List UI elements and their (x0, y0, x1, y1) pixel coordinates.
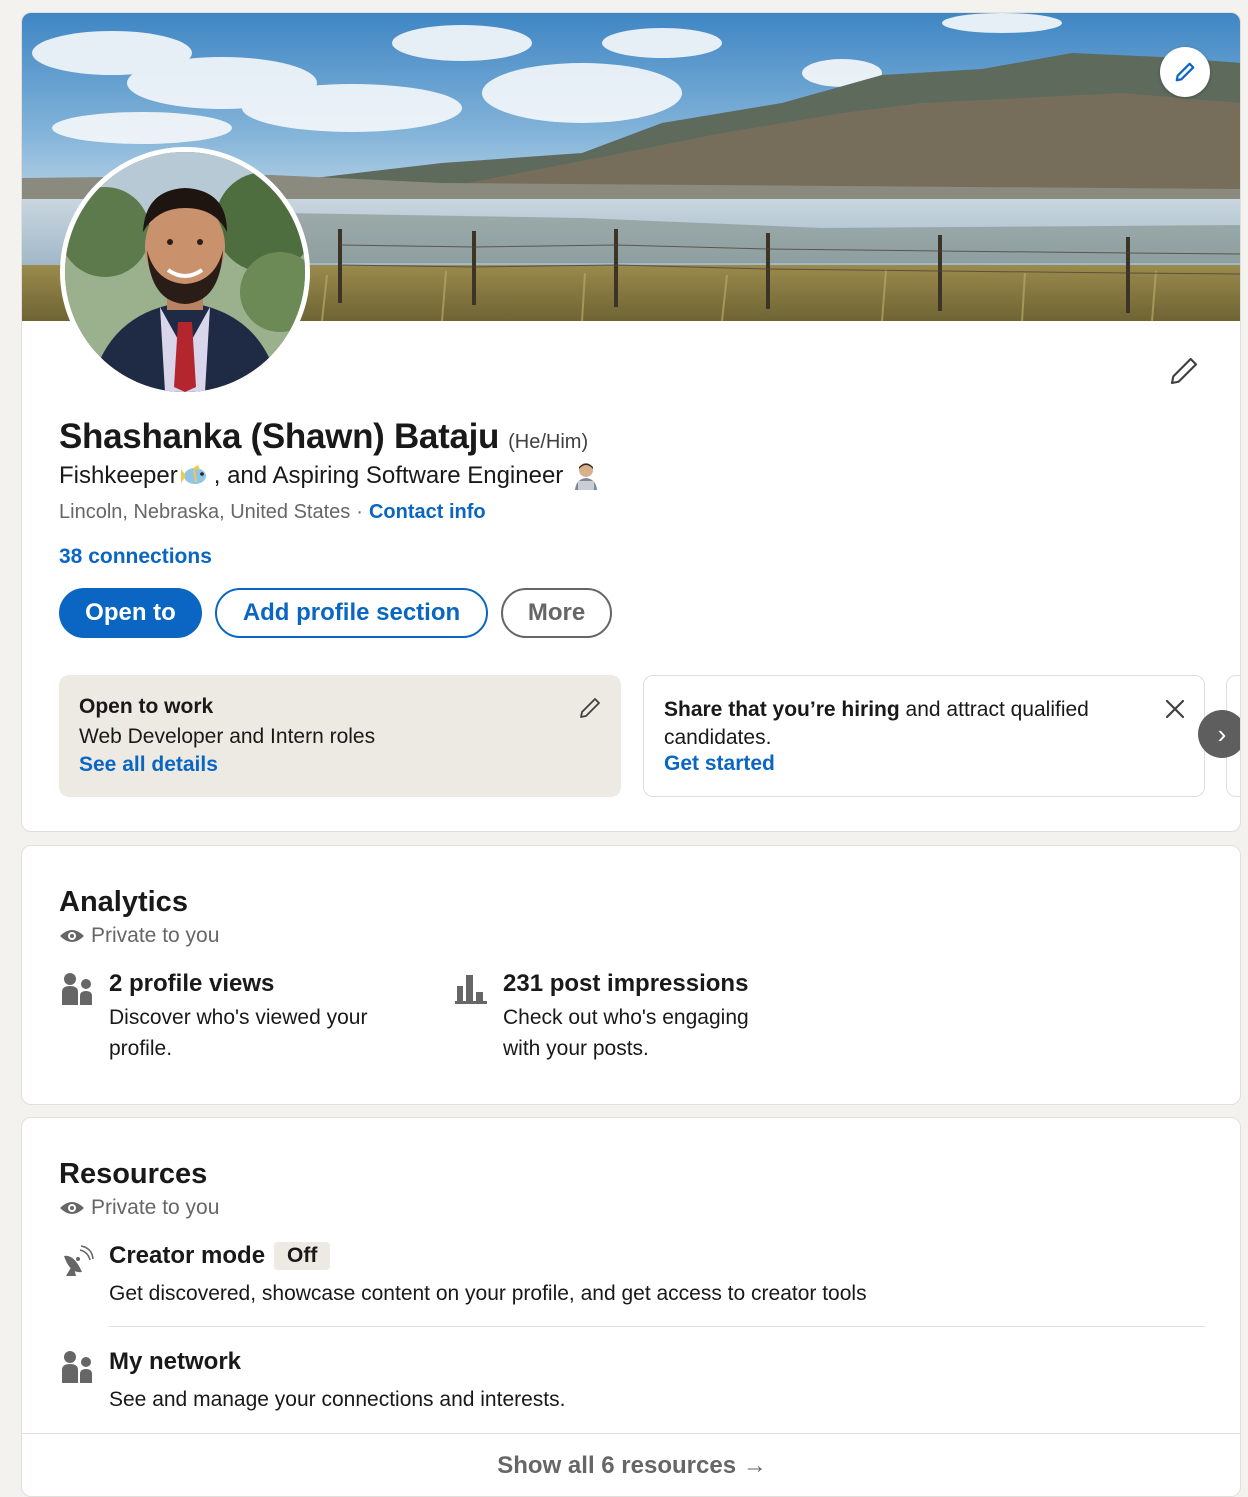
bar-chart-icon (453, 970, 489, 1006)
eye-icon (60, 930, 84, 942)
resources-title: Resources (59, 1158, 208, 1190)
chevron-right-icon: › (1217, 718, 1227, 749)
add-profile-section-button[interactable]: Add profile section (215, 588, 488, 638)
pencil-icon (1170, 357, 1198, 385)
people-icon (59, 970, 95, 1006)
hiring-text-bold: Share that you’re hiring (664, 698, 900, 721)
profile-card: Shashanka (Shawn) Bataju (He/Him) Fishke… (21, 12, 1241, 832)
profile-views-desc: Discover who's viewed your profile. (109, 1002, 367, 1064)
headline-part1: Fishkeeper (59, 462, 178, 489)
analytics-private-text: Private to you (91, 924, 220, 947)
analytics-title: Analytics (59, 886, 188, 918)
my-network-title[interactable]: My network (109, 1348, 565, 1376)
pencil-icon (1175, 62, 1195, 82)
name-row: Shashanka (Shawn) Bataju (He/Him) (59, 417, 588, 457)
analytics-card: Analytics Private to you 2 profile views… (21, 845, 1241, 1105)
location-separator: · (356, 501, 363, 523)
footer-divider (22, 1433, 1240, 1434)
post-impressions-desc: Check out who's engaging with your posts… (503, 1002, 749, 1064)
open-to-button[interactable]: Open to (59, 588, 202, 638)
profile-views-desc-line2: profile. (109, 1037, 173, 1060)
satellite-dish-icon (59, 1242, 95, 1278)
profile-views-stat[interactable]: 2 profile views Discover who's viewed yo… (59, 970, 367, 1064)
location: Lincoln, Nebraska, United States (59, 501, 351, 523)
post-impressions-stat[interactable]: 231 post impressions Check out who's eng… (453, 970, 749, 1064)
resources-card: Resources Private to you Creator mode Of… (21, 1117, 1241, 1497)
get-started-link[interactable]: Get started (664, 752, 1184, 776)
close-icon (1165, 699, 1185, 719)
resources-private-label: Private to you (59, 1196, 219, 1220)
my-network-desc: See and manage your connections and inte… (109, 1388, 566, 1411)
pronouns: (He/Him) (508, 431, 589, 453)
show-all-resources-button[interactable]: Show all 6 resources → (22, 1452, 1240, 1480)
post-impressions-desc-line2: with your posts. (503, 1037, 649, 1060)
see-all-details-link[interactable]: See all details (79, 753, 601, 777)
connections-link[interactable]: 38 connections (59, 545, 212, 569)
profile-photo[interactable] (60, 147, 310, 397)
edit-intro-button[interactable] (1164, 351, 1204, 391)
technologist-icon (571, 461, 601, 491)
resources-divider (109, 1326, 1205, 1327)
creator-mode-item[interactable]: Creator mode Off Get discovered, showcas… (59, 1242, 867, 1306)
open-to-work-title: Open to work (79, 695, 214, 718)
pencil-icon (580, 698, 600, 718)
dismiss-hiring-button[interactable] (1158, 692, 1192, 726)
open-to-work-card: Open to work Web Developer and Intern ro… (59, 675, 621, 797)
headline-part2: , and Aspiring Software Engineer (213, 462, 564, 489)
profile-views-title[interactable]: 2 profile views (109, 970, 367, 998)
creator-mode-desc: Get discovered, showcase content on your… (109, 1282, 867, 1305)
post-impressions-title[interactable]: 231 post impressions (503, 970, 749, 998)
profile-actions: Open to Add profile section More (59, 588, 612, 638)
arrow-right-icon: → (742, 1452, 767, 1479)
profile-name: Shashanka (Shawn) Bataju (59, 417, 500, 456)
post-impressions-desc-line1: Check out who's engaging (503, 1006, 749, 1029)
more-button[interactable]: More (501, 588, 612, 638)
resources-private-text: Private to you (91, 1196, 220, 1219)
edit-open-to-work-button[interactable] (573, 691, 607, 725)
my-network-item[interactable]: My network See and manage your connectio… (59, 1348, 565, 1412)
creator-mode-status-badge: Off (274, 1242, 331, 1270)
location-row: Lincoln, Nebraska, United States · Conta… (59, 501, 486, 524)
creator-mode-title[interactable]: Creator mode (109, 1242, 265, 1270)
profile-portrait-image (65, 152, 305, 392)
edit-cover-button[interactable] (1160, 47, 1210, 97)
headline: Fishkeeper , and Aspiring Software Engin… (59, 461, 603, 491)
profile-views-desc-line1: Discover who's viewed your (109, 1006, 368, 1029)
carousel-next-button[interactable]: › (1198, 710, 1240, 758)
people-icon (59, 1348, 95, 1384)
hiring-card: Share that you’re hiring and attract qua… (643, 675, 1205, 797)
open-to-work-roles: Web Developer and Intern roles (79, 725, 376, 748)
contact-info-link[interactable]: Contact info (369, 501, 486, 524)
hiring-text: Share that you’re hiring and attract qua… (664, 696, 1134, 752)
analytics-private-label: Private to you (59, 924, 219, 948)
show-all-resources-label: Show all 6 resources (497, 1452, 737, 1479)
eye-icon (60, 1202, 84, 1214)
fish-icon (180, 463, 212, 489)
